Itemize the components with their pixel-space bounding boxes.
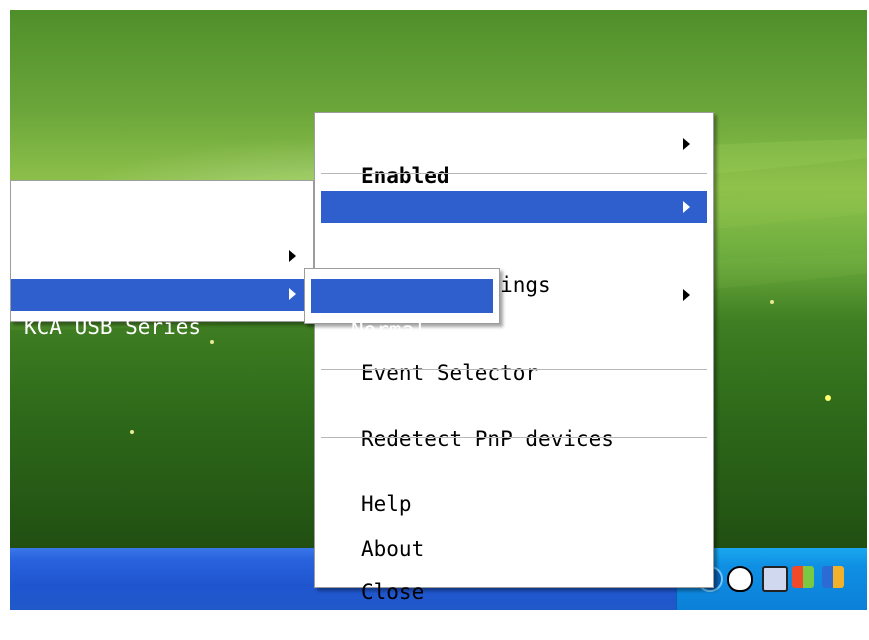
submenu-arrow-icon	[289, 250, 296, 262]
menu-item-kca-usb[interactable]: KCA USB Series	[11, 279, 313, 339]
menu-item-normal[interactable]: Normal	[311, 279, 493, 342]
menu-item-help[interactable]: Help	[315, 456, 713, 516]
penguin-tray-icon[interactable]	[727, 566, 753, 592]
menu-item-redetect-pnp[interactable]: Redetect PnP devices	[315, 391, 713, 451]
menu-item-label: Normal	[351, 318, 427, 342]
menu-item-label: Redetect PnP devices	[361, 427, 614, 451]
submenu-arrow-icon	[683, 201, 690, 213]
menu-item-calibrate[interactable]: Calibrate	[321, 191, 707, 251]
menu-item-label: Event Selector	[361, 361, 539, 385]
menu-item-about[interactable]: About	[315, 501, 713, 561]
network-tray-icon[interactable]	[792, 566, 814, 588]
menu-separator	[321, 173, 707, 174]
submenu-arrow-icon	[683, 289, 690, 301]
menu-item-label: Close	[361, 580, 425, 604]
menu-separator	[321, 437, 707, 438]
monitor-tray-icon[interactable]	[762, 566, 788, 592]
usb-series-submenu: Normal	[304, 268, 500, 342]
submenu-arrow-icon	[683, 138, 690, 150]
menu-item-label: KCA USB Series	[24, 315, 202, 339]
menu-item-label: Enabled	[361, 164, 450, 188]
menu-item-enabled[interactable]: Enabled	[315, 128, 713, 188]
menu-item-close[interactable]: Close	[315, 544, 713, 604]
submenu-arrow-icon	[289, 288, 296, 300]
tray-context-menu: Enabled Calibrate Adjust settings Event …	[314, 112, 714, 604]
menu-separator	[321, 369, 707, 370]
menu-item-kca-rs232[interactable]: KCA RS232 Series	[11, 241, 313, 301]
calibrate-submenu: KCA RS232 Series KCA USB Series	[10, 180, 314, 339]
windows-tray-icon[interactable]	[822, 566, 844, 588]
menu-item-adjust-settings[interactable]: Adjust settings	[315, 237, 713, 297]
